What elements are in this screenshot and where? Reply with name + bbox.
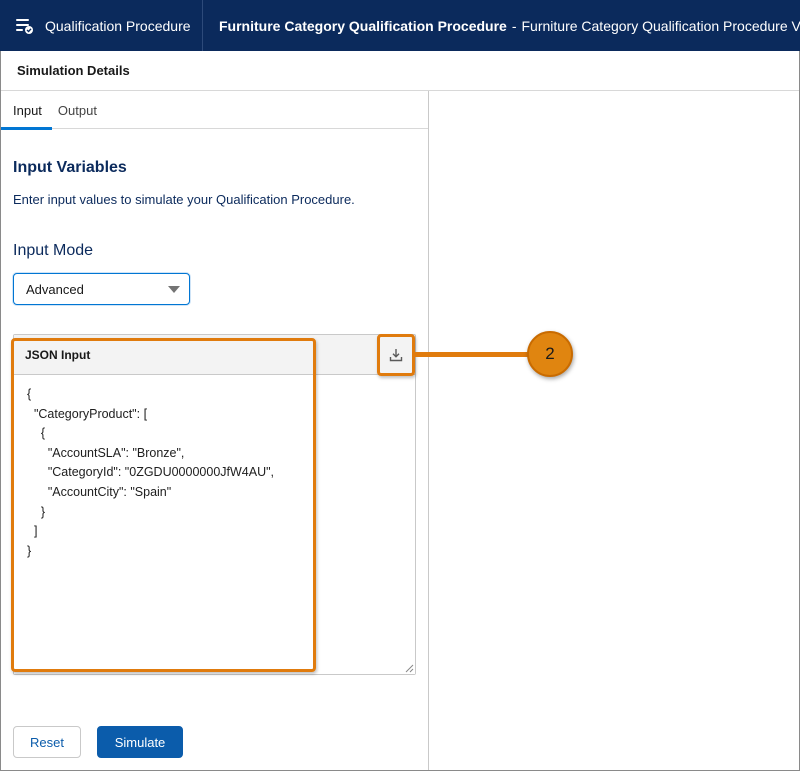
input-panel: Input Output Input Variables Enter input… [1, 91, 429, 770]
app-name: Qualification Procedure [45, 17, 191, 34]
json-line: "AccountCity": "Spain" [27, 484, 172, 499]
reset-button[interactable]: Reset [13, 726, 81, 758]
json-line: "AccountSLA": "Bronze", [27, 445, 185, 460]
json-line: "CategoryProduct": [ [27, 406, 148, 421]
input-mode-select[interactable]: Advanced [13, 273, 190, 305]
callout-connector [414, 352, 531, 357]
download-icon [389, 348, 402, 361]
json-line: { [27, 426, 46, 441]
section-description: Enter input values to simulate your Qual… [13, 192, 355, 207]
resize-handle-icon[interactable] [404, 663, 414, 673]
section-title: Input Variables [13, 159, 127, 176]
download-button[interactable] [379, 338, 412, 371]
json-input-card: JSON Input { "CategoryProduct": [ { "Acc… [13, 334, 416, 675]
json-line: { [27, 387, 32, 401]
page-title: Simulation Details [1, 51, 799, 91]
record-title-version: Furniture Category Qualification Procedu… [521, 17, 800, 34]
input-mode-label: Input Mode [13, 242, 94, 259]
json-input-title: JSON Input [25, 348, 91, 362]
json-line: } [27, 543, 32, 558]
simulate-button[interactable]: Simulate [97, 726, 183, 758]
chevron-down-icon [168, 286, 180, 293]
title-separator: - [511, 17, 517, 34]
top-header-bar: Qualification Procedure Furniture Catego… [0, 0, 800, 51]
record-title: Furniture Category Qualification Procedu… [203, 0, 800, 51]
json-input-header: JSON Input [14, 335, 415, 375]
json-line: "CategoryId": "0ZGDU0000000JfW4AU", [27, 465, 275, 480]
tab-bar: Input Output [1, 91, 428, 130]
app-name-tab[interactable]: Qualification Procedure [0, 0, 203, 51]
tab-input[interactable]: Input [1, 91, 52, 130]
json-line: } [27, 504, 46, 519]
input-mode-value: Advanced [26, 281, 84, 297]
output-preview-panel [430, 91, 799, 770]
procedure-list-check-icon [16, 18, 34, 34]
callout-badge: 2 [527, 331, 573, 377]
record-title-bold: Furniture Category Qualification Procedu… [219, 17, 507, 34]
json-line: ] [27, 524, 38, 539]
json-input-textarea[interactable]: { "CategoryProduct": [ { "AccountSLA": "… [14, 375, 415, 674]
tab-output[interactable]: Output [58, 91, 97, 129]
